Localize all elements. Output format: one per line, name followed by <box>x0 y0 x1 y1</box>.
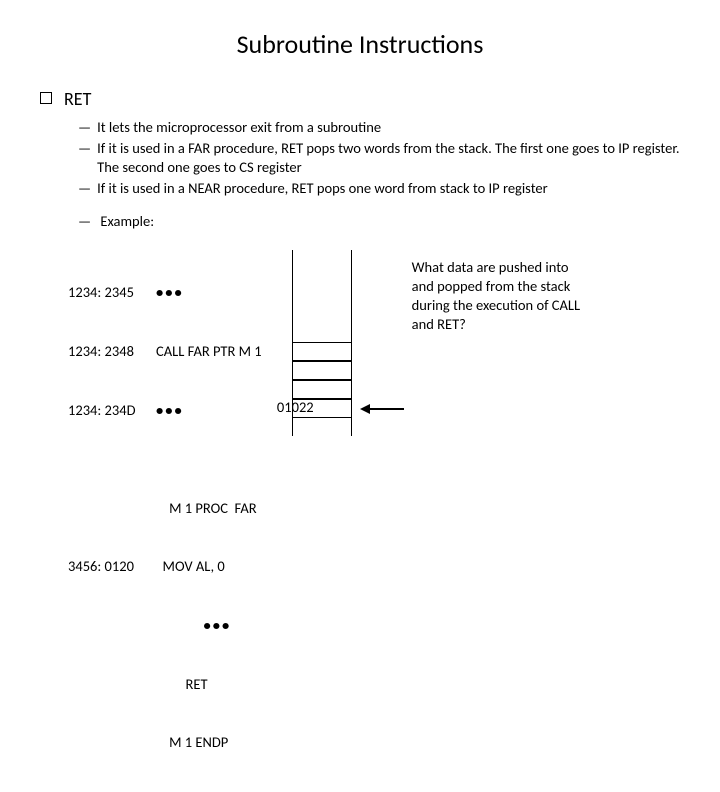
code-block: 1234: 2345••• 1234: 2348CALL FAR PTR M 1… <box>68 244 262 792</box>
bullet-item: — It lets the microprocessor exit from a… <box>78 118 680 138</box>
stack-cell <box>292 361 352 380</box>
code-row: M 1 ENDP <box>68 733 262 753</box>
code-row: M 1 PROC FAR <box>68 499 262 519</box>
dash-icon: — <box>78 179 91 199</box>
code-row: 1234: 234D••• <box>68 401 262 421</box>
code-addr: 1234: 2345 <box>68 283 156 303</box>
arrow-line-icon <box>370 408 404 410</box>
code-instr: ••• <box>156 401 184 421</box>
code-addr: 3456: 0120 <box>68 557 156 577</box>
dash-icon: — <box>78 118 91 138</box>
bullet-item: — If it is used in a NEAR procedure, RET… <box>78 179 680 199</box>
code-addr: 1234: 2348 <box>68 342 156 362</box>
example-label: Example: <box>100 212 154 230</box>
arrow-left-icon <box>360 404 404 414</box>
question-text: What data are pushed into and popped fro… <box>412 258 582 333</box>
checkbox-icon <box>40 92 52 104</box>
example-row: — Example: <box>78 212 680 230</box>
stack-diagram: 01022 <box>292 250 382 440</box>
bullet-text: If it is used in a NEAR procedure, RET p… <box>97 179 548 199</box>
code-addr <box>68 499 156 519</box>
code-row: 1234: 2348CALL FAR PTR M 1 <box>68 342 262 362</box>
arrow-head-icon <box>360 404 370 414</box>
code-instr: ••• <box>156 283 184 303</box>
code-instr: M 1 PROC FAR <box>156 499 257 519</box>
dash-icon: — <box>78 212 91 230</box>
code-instr: MOV AL, 0 <box>156 557 225 577</box>
dash-icon: — <box>78 139 91 178</box>
stack-cell <box>292 380 352 399</box>
code-addr: 1234: 234D <box>68 401 156 421</box>
code-addr <box>68 675 156 695</box>
code-row: 3456: 0120 MOV AL, 0 <box>68 557 262 577</box>
section-row: RET <box>40 88 680 110</box>
bullet-text: It lets the microprocessor exit from a s… <box>97 118 381 138</box>
code-instr: M 1 ENDP <box>156 733 228 753</box>
code-addr <box>68 733 156 753</box>
bullet-item: — If it is used in a FAR procedure, RET … <box>78 139 680 178</box>
code-instr: ••• <box>156 616 231 636</box>
code-row: ••• <box>68 616 262 636</box>
stack-address-label: 01022 <box>277 398 314 416</box>
code-instr: RET <box>156 675 208 695</box>
code-row: RET <box>68 675 262 695</box>
code-addr <box>68 616 156 636</box>
lower-content: 1234: 2345••• 1234: 2348CALL FAR PTR M 1… <box>40 244 680 792</box>
stack-cell <box>292 342 352 361</box>
slide-title: Subroutine Instructions <box>40 28 680 60</box>
bullet-text: If it is used in a FAR procedure, RET po… <box>97 139 680 178</box>
section-heading: RET <box>64 88 91 110</box>
code-row: 1234: 2345••• <box>68 283 262 303</box>
code-instr: CALL FAR PTR M 1 <box>156 342 262 362</box>
bullet-list: — It lets the microprocessor exit from a… <box>78 118 680 198</box>
